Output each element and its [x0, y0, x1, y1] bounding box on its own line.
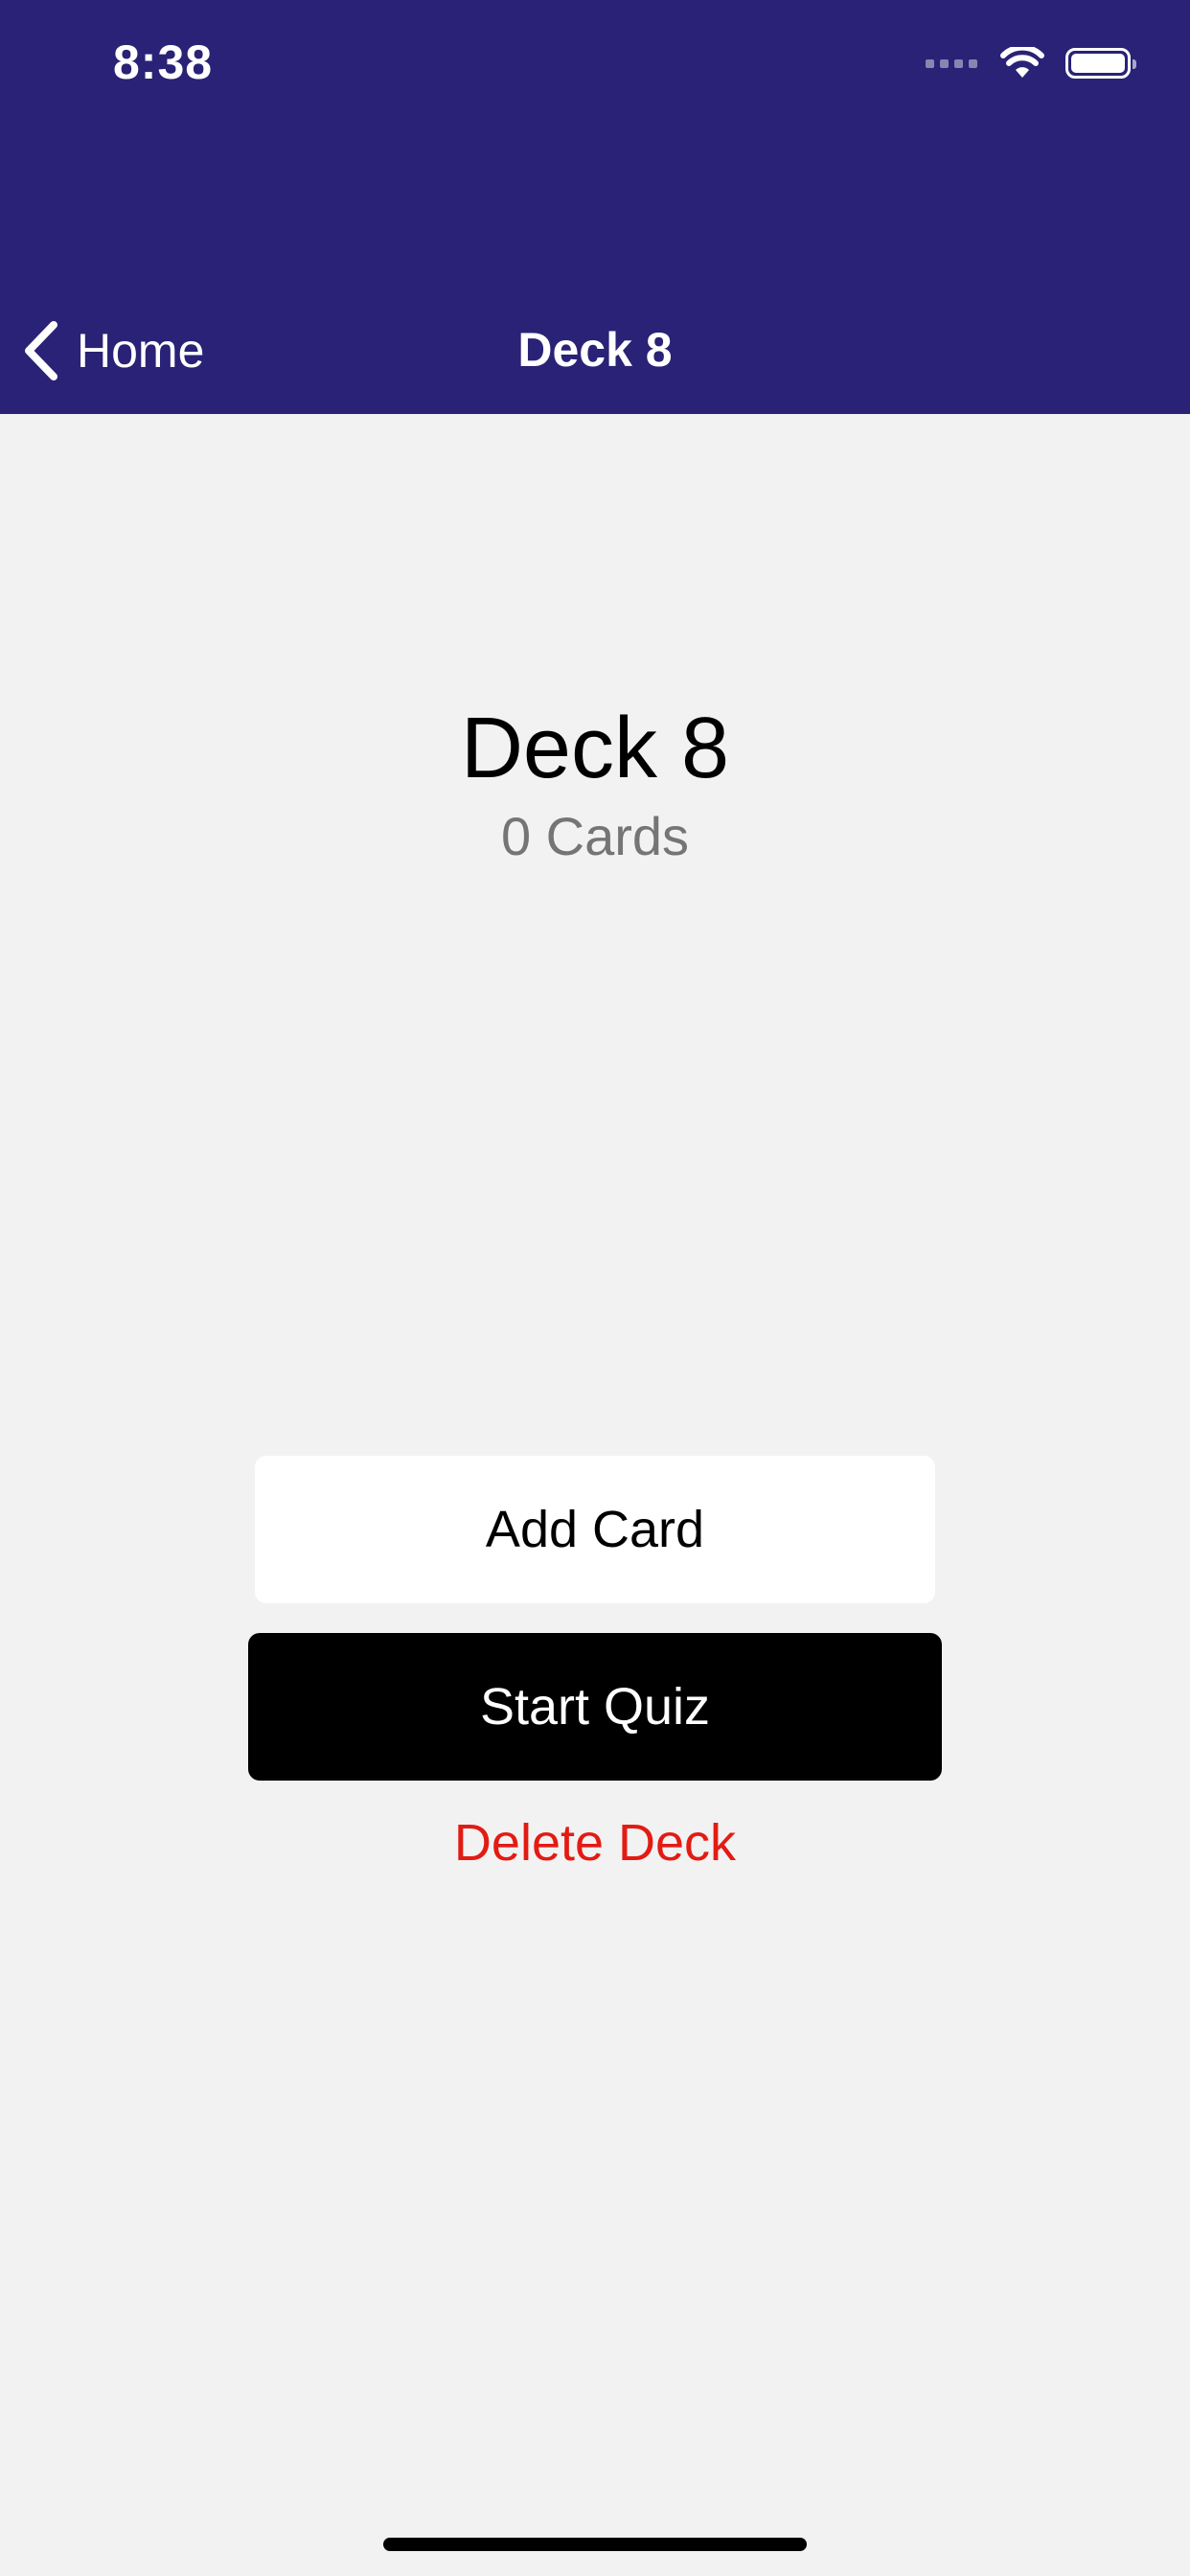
status-icons: [926, 44, 1136, 82]
nav-title: Deck 8: [517, 323, 673, 377]
deck-card-count: 0 Cards: [500, 806, 690, 866]
battery-icon: [1065, 48, 1136, 79]
navigation-header: 8:38 Home Deck 8: [0, 0, 1190, 414]
add-card-button[interactable]: Add Card: [255, 1456, 935, 1603]
start-quiz-button[interactable]: Start Quiz: [248, 1633, 942, 1781]
wifi-icon: [1000, 47, 1044, 78]
status-time: 8:38: [113, 35, 214, 89]
cellular-signal-icon: [926, 58, 977, 68]
deck-title: Deck 8: [460, 701, 730, 796]
delete-deck-button[interactable]: Delete Deck: [0, 1813, 1190, 1873]
home-indicator[interactable]: [383, 2538, 807, 2551]
